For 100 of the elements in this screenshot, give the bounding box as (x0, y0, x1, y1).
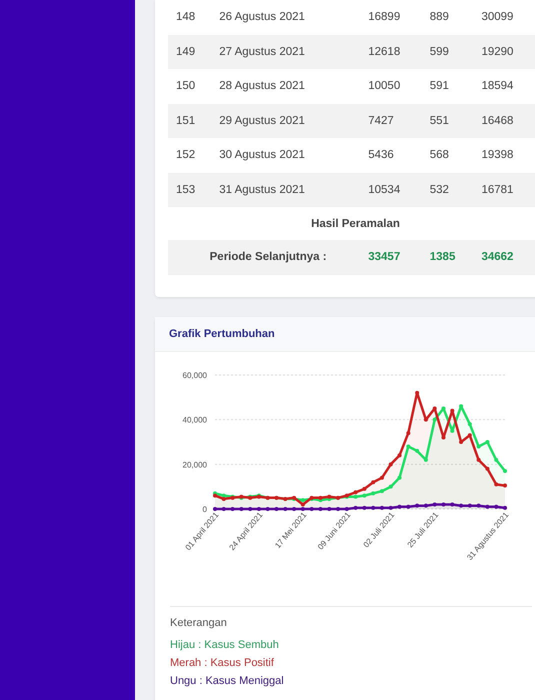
data-point (441, 435, 446, 440)
data-point (459, 404, 464, 408)
data-point (292, 495, 296, 500)
data-point (459, 440, 464, 444)
data-point (432, 406, 437, 410)
data-point (388, 505, 393, 510)
table-cell-text: 30099 (480, 10, 514, 26)
data-point (344, 506, 349, 510)
data-point (468, 432, 472, 437)
table-cell: 27 Agustus 2021 (211, 34, 360, 69)
table-cell: 599 (422, 34, 474, 69)
data-point (450, 502, 454, 506)
data-point (424, 417, 428, 422)
table-cell: 10050 (360, 69, 422, 104)
data-point (380, 475, 384, 480)
table-cell: 7427 (360, 104, 422, 138)
data-point (406, 504, 410, 508)
data-point (327, 506, 332, 510)
data-point (371, 480, 376, 484)
data-point (230, 495, 235, 500)
card-title: Grafik Pertumbuhan (169, 328, 275, 340)
data-point (292, 506, 296, 510)
table-cell: 150 (168, 69, 212, 104)
data-point (415, 390, 420, 394)
data-point (388, 484, 393, 488)
data-point (432, 417, 437, 422)
legend-text: Merah : Kasus Positif (170, 656, 275, 668)
data-point (398, 475, 402, 480)
table-cell: 153 (168, 172, 212, 207)
data-point (450, 408, 454, 412)
legend-text: Hijau : Kasus Sembuh (170, 638, 280, 650)
data-point (476, 444, 481, 448)
data-point (362, 486, 366, 490)
table-cell: 16781 (473, 172, 535, 207)
data-point (336, 506, 340, 510)
data-point (222, 506, 226, 510)
data-point (310, 506, 314, 510)
data-point (476, 457, 481, 462)
forecast-value: 33457 (360, 240, 422, 274)
data-point (432, 502, 437, 506)
data-point (371, 505, 376, 510)
table-cell: 551 (422, 104, 474, 138)
data-point (415, 503, 420, 508)
y-tick-label: 60,000 (182, 370, 207, 380)
data-point (424, 503, 428, 508)
forecast-value: 34662 (473, 240, 535, 274)
table-cell: 16468 (473, 104, 535, 138)
data-point (256, 506, 261, 510)
data-point (318, 506, 322, 510)
forecast-heading: Hasil Peramalan (168, 207, 535, 240)
table-cell: 151 (168, 104, 212, 138)
data-point (274, 506, 279, 510)
data-point (388, 462, 393, 466)
data-point (503, 468, 507, 473)
data-point (485, 440, 490, 444)
data-point (380, 505, 384, 510)
legend-heading: Keterangan (170, 616, 228, 628)
data-point (415, 448, 420, 452)
table-cell: 18594 (473, 69, 535, 104)
data-point (406, 430, 410, 435)
y-tick-label: 20,000 (182, 460, 207, 469)
data-point (468, 503, 472, 508)
legend-text: Ungu : Kasus Meniggal (170, 674, 285, 686)
data-point (213, 506, 217, 510)
table-cell: 10534 (360, 172, 422, 207)
data-point (468, 422, 472, 426)
table-cell: 12618 (360, 34, 422, 69)
forecast-value: 1385 (422, 240, 474, 274)
table-cell: 149 (168, 34, 212, 69)
data-point (424, 457, 428, 462)
data-point (494, 457, 498, 462)
data-point (485, 466, 490, 470)
table-cell: 532 (422, 172, 474, 207)
table-cell: 30 Agustus 2021 (211, 138, 360, 172)
table-cell: 591 (422, 69, 474, 104)
data-point (441, 502, 446, 506)
y-tick-label: 0 (202, 504, 207, 514)
data-point (450, 428, 454, 432)
table-cell: 19290 (473, 34, 535, 69)
table-cell-text: 889 (428, 10, 450, 26)
data-point (503, 505, 507, 510)
data-point (362, 493, 366, 498)
table-cell-text: 148 (175, 10, 196, 26)
data-point (362, 505, 366, 510)
data-point (494, 482, 498, 486)
table-cell-text: 16899 (367, 10, 402, 26)
y-tick-label: 40,000 (182, 415, 207, 424)
data-point (503, 483, 507, 488)
data-point (406, 444, 410, 448)
data-point (344, 493, 349, 498)
data-point (230, 506, 235, 510)
data-point (283, 506, 288, 510)
forecast-label: Periode Selanjutnya : (168, 240, 360, 274)
data-point (248, 506, 252, 510)
data-point (485, 504, 490, 508)
data-point (476, 503, 481, 508)
data-point (371, 490, 376, 495)
table-cell: 29 Agustus 2021 (211, 104, 360, 138)
table-cell: 19398 (473, 138, 535, 172)
data-point (459, 503, 464, 508)
